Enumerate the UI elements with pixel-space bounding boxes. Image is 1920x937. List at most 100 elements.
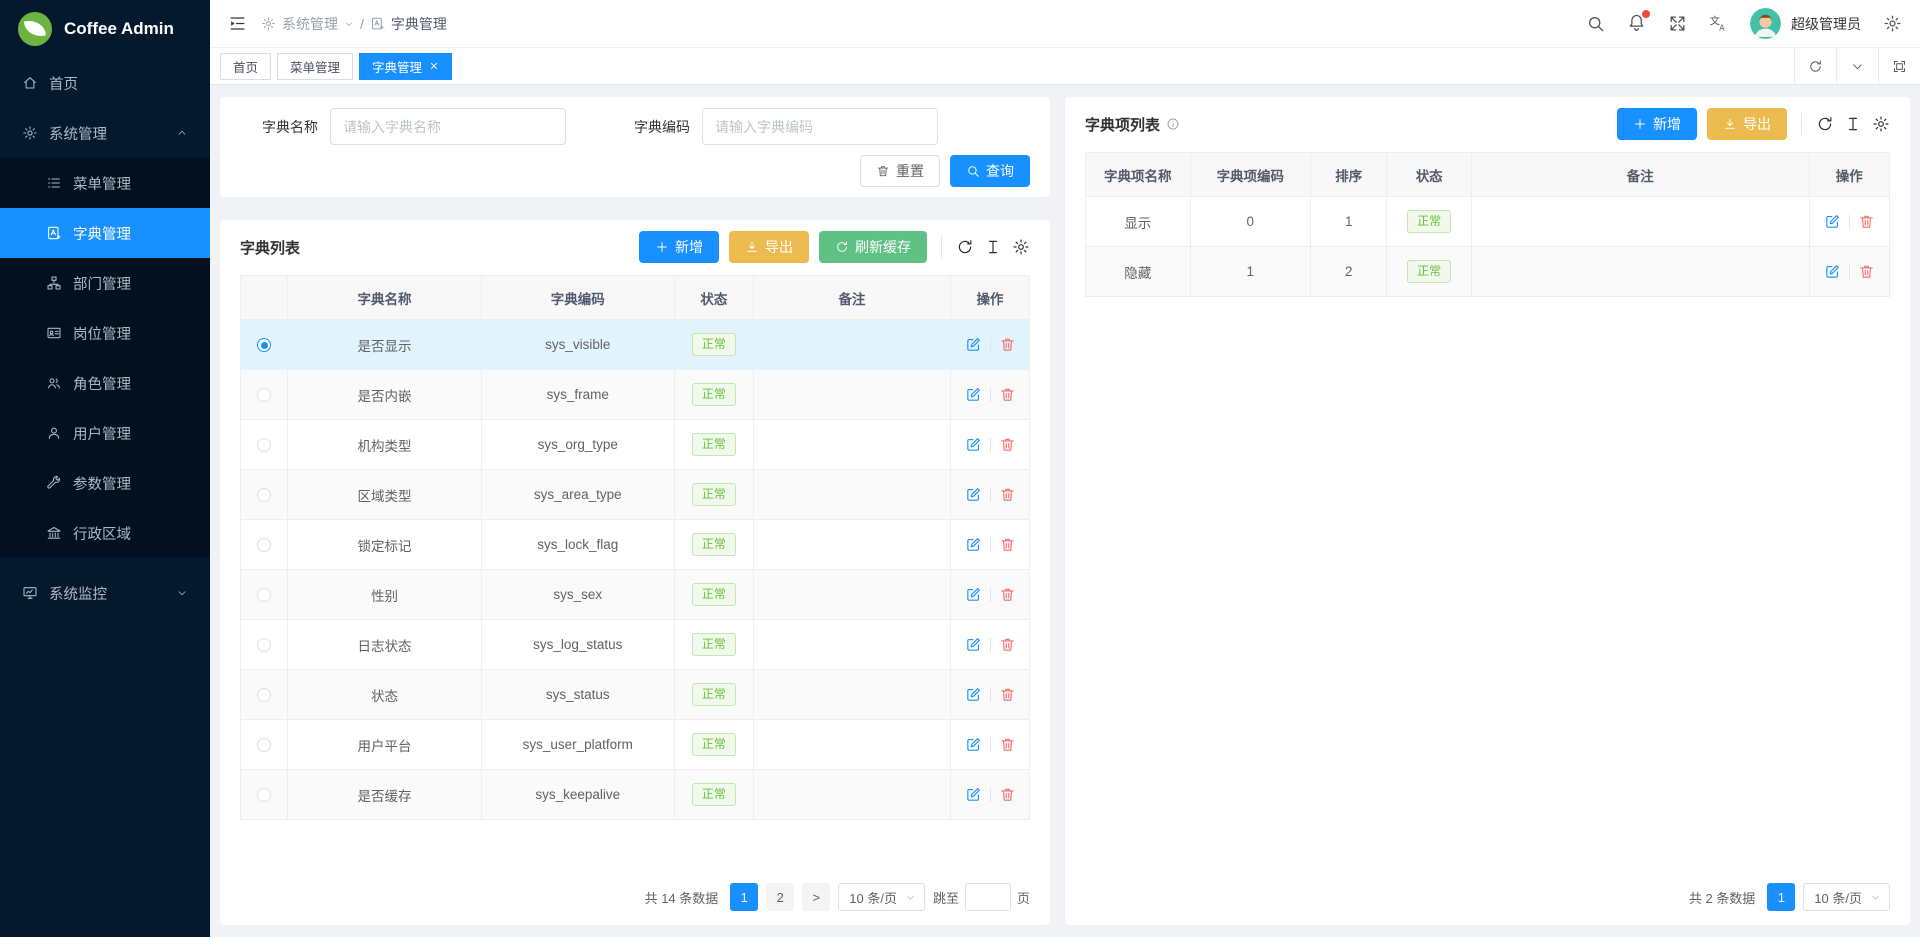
row-radio[interactable]: [257, 488, 271, 502]
sidebar-item-region-mgmt[interactable]: 行政区域: [0, 508, 210, 558]
column-settings-icon[interactable]: [1872, 115, 1890, 133]
edit-button[interactable]: [965, 636, 982, 653]
row-radio[interactable]: [257, 788, 271, 802]
table-row[interactable]: 机构类型 sys_org_type 正常: [241, 420, 1030, 470]
edit-button[interactable]: [965, 686, 982, 703]
refresh-table-icon[interactable]: [1816, 115, 1834, 133]
edit-button[interactable]: [965, 786, 982, 803]
table-row[interactable]: 是否缓存 sys_keepalive 正常: [241, 770, 1030, 820]
table-row[interactable]: 显示 0 1 正常: [1086, 197, 1890, 247]
edit-button[interactable]: [965, 436, 982, 453]
page-button-1[interactable]: 1: [730, 883, 758, 911]
delete-button[interactable]: [999, 736, 1016, 753]
edit-button[interactable]: [1824, 213, 1841, 230]
text-height-icon[interactable]: [1844, 115, 1862, 133]
info-icon[interactable]: [1166, 117, 1180, 131]
settings-gear-icon[interactable]: [1883, 14, 1902, 33]
table-row[interactable]: 锁定标记 sys_lock_flag 正常: [241, 520, 1030, 570]
sidebar-item-user-mgmt[interactable]: 用户管理: [0, 408, 210, 458]
breadcrumb-system[interactable]: 系统管理: [282, 14, 338, 34]
delete-button[interactable]: [1858, 263, 1875, 280]
delete-button[interactable]: [999, 586, 1016, 603]
table-row[interactable]: 区域类型 sys_area_type 正常: [241, 470, 1030, 520]
delete-button[interactable]: [999, 336, 1016, 353]
sidebar-item-param-mgmt[interactable]: 参数管理: [0, 458, 210, 508]
row-radio[interactable]: [257, 538, 271, 552]
row-radio[interactable]: [257, 388, 271, 402]
delete-button[interactable]: [999, 436, 1016, 453]
edit-button[interactable]: [1824, 263, 1841, 280]
delete-button[interactable]: [999, 486, 1016, 503]
translate-icon[interactable]: [1709, 14, 1728, 33]
reset-button[interactable]: 重置: [860, 155, 940, 187]
tab-menu-mgmt[interactable]: 菜单管理: [277, 53, 353, 80]
edit-button[interactable]: [965, 386, 982, 403]
table-row[interactable]: 隐藏 1 2 正常: [1086, 247, 1890, 297]
export-dict-button[interactable]: 导出: [729, 231, 809, 263]
delete-button[interactable]: [999, 786, 1016, 803]
refresh-table-icon[interactable]: [956, 238, 974, 256]
sidebar-item-dept-mgmt[interactable]: 部门管理: [0, 258, 210, 308]
refresh-cache-button[interactable]: 刷新缓存: [819, 231, 927, 263]
page-button-2[interactable]: 2: [766, 883, 794, 911]
page-button-1[interactable]: 1: [1767, 883, 1795, 911]
table-row[interactable]: 用户平台 sys_user_platform 正常: [241, 720, 1030, 770]
add-item-button[interactable]: 新增: [1617, 108, 1697, 140]
query-button[interactable]: 查询: [950, 155, 1030, 187]
row-radio[interactable]: [257, 588, 271, 602]
close-icon[interactable]: [429, 61, 439, 71]
navbar-right: 超级管理员: [1586, 8, 1902, 39]
refresh-page-button[interactable]: [1794, 48, 1836, 84]
jump-page-input[interactable]: [965, 883, 1011, 911]
sidebar-item-menu-mgmt[interactable]: 菜单管理: [0, 158, 210, 208]
dict-name-input[interactable]: [330, 108, 566, 145]
row-radio[interactable]: [257, 438, 271, 452]
delete-button[interactable]: [999, 636, 1016, 653]
edit-button[interactable]: [965, 336, 982, 353]
delete-button[interactable]: [999, 536, 1016, 553]
row-radio[interactable]: [257, 338, 271, 352]
fullscreen-icon[interactable]: [1668, 14, 1687, 33]
cell-dict-name: 锁定标记: [288, 520, 481, 570]
column-settings-icon[interactable]: [1012, 238, 1030, 256]
dict-code-input[interactable]: [702, 108, 938, 145]
content-fullscreen-button[interactable]: [1878, 48, 1920, 84]
edit-button[interactable]: [965, 536, 982, 553]
export-item-button[interactable]: 导出: [1707, 108, 1787, 140]
delete-button[interactable]: [999, 686, 1016, 703]
row-radio[interactable]: [257, 738, 271, 752]
notifications-button[interactable]: [1627, 13, 1646, 35]
edit-button[interactable]: [965, 486, 982, 503]
table-row[interactable]: 是否内嵌 sys_frame 正常: [241, 370, 1030, 420]
logo[interactable]: Coffee Admin: [0, 0, 210, 58]
edit-button[interactable]: [965, 736, 982, 753]
text-height-icon[interactable]: [984, 238, 1002, 256]
avatar[interactable]: [1750, 8, 1781, 39]
table-row[interactable]: 日志状态 sys_log_status 正常: [241, 620, 1030, 670]
page-size-select[interactable]: 10 条/页: [838, 883, 925, 911]
delete-button[interactable]: [1858, 213, 1875, 230]
delete-button[interactable]: [999, 386, 1016, 403]
sidebar-item-role-mgmt[interactable]: 角色管理: [0, 358, 210, 408]
edit-button[interactable]: [965, 586, 982, 603]
sidebar-item-dict-mgmt[interactable]: 字典管理: [0, 208, 210, 258]
tab-options-button[interactable]: [1836, 48, 1878, 84]
table-row[interactable]: 是否显示 sys_visible 正常: [241, 320, 1030, 370]
dict-table-header-row: 字典名称 字典编码 状态 备注 操作: [241, 276, 1030, 320]
row-radio[interactable]: [257, 688, 271, 702]
sidebar-item-monitor[interactable]: 系统监控: [0, 568, 210, 618]
sidebar-item-system[interactable]: 系统管理: [0, 108, 210, 158]
sidebar-item-post-mgmt[interactable]: 岗位管理: [0, 308, 210, 358]
table-row[interactable]: 性别 sys_sex 正常: [241, 570, 1030, 620]
username[interactable]: 超级管理员: [1791, 14, 1861, 34]
row-radio[interactable]: [257, 638, 271, 652]
add-dict-button[interactable]: 新增: [639, 231, 719, 263]
sidebar-item-home[interactable]: 首页: [0, 58, 210, 108]
tab-home[interactable]: 首页: [220, 53, 271, 80]
tab-dict-mgmt[interactable]: 字典管理: [359, 53, 452, 80]
menu-fold-icon[interactable]: [228, 14, 247, 33]
next-page-button[interactable]: >: [802, 883, 830, 911]
page-size-select[interactable]: 10 条/页: [1803, 883, 1890, 911]
table-row[interactable]: 状态 sys_status 正常: [241, 670, 1030, 720]
search-icon[interactable]: [1586, 14, 1605, 33]
